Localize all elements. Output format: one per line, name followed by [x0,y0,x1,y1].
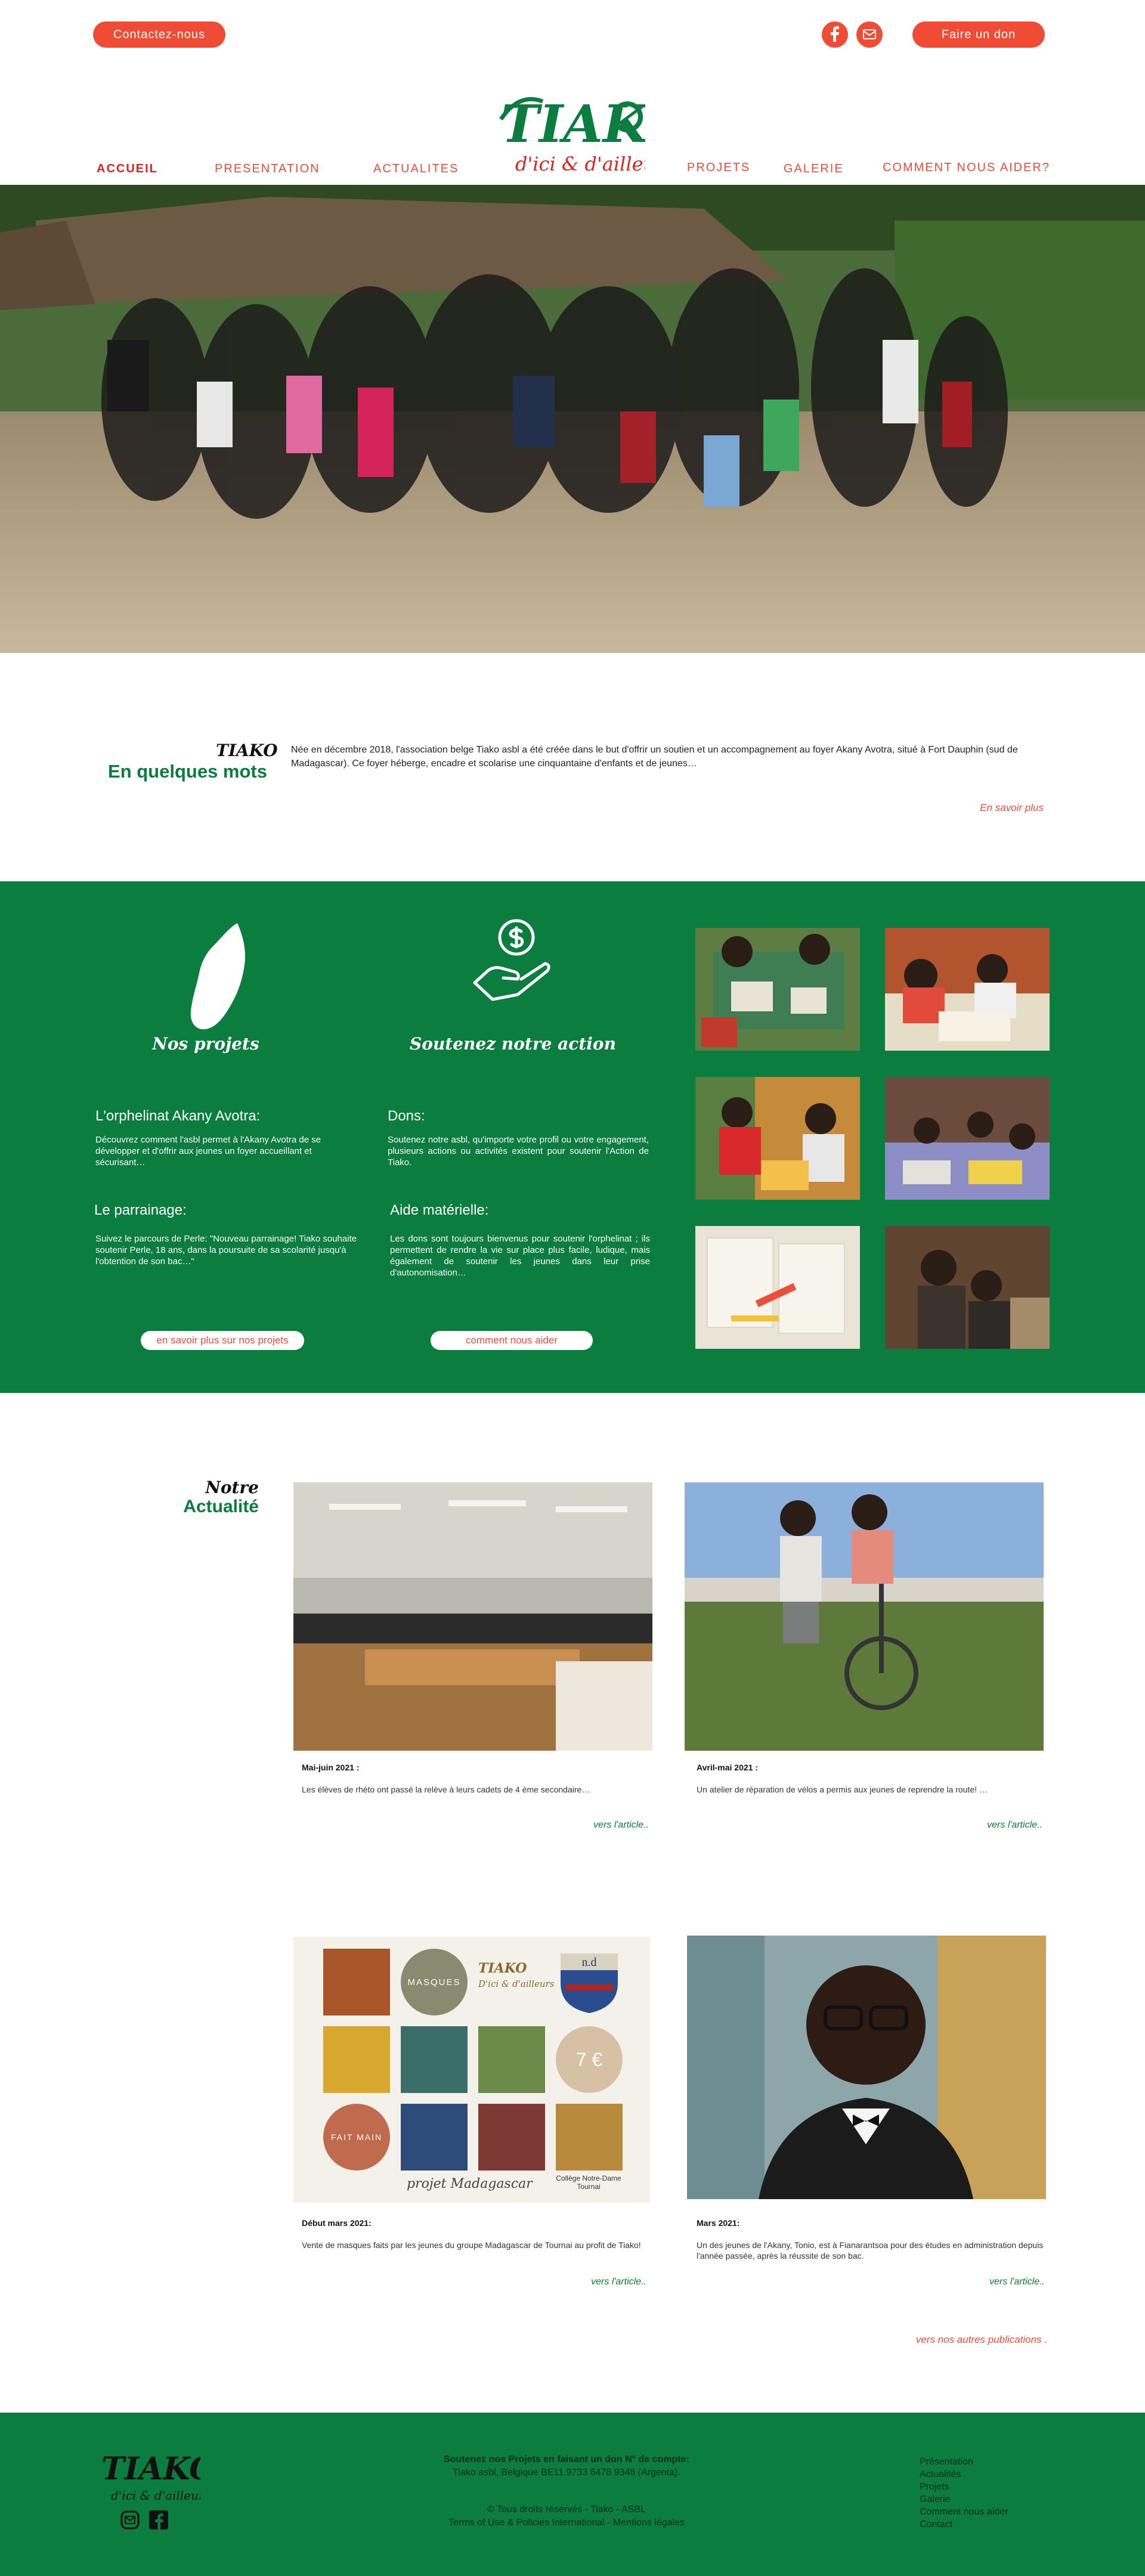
nav-accueil[interactable]: ACCUEIL [97,162,158,176]
gallery-photo-3[interactable] [695,1077,860,1200]
sponsorship-title: Le parrainage: [94,1202,187,1218]
news-link-2[interactable]: vers l'article.. [930,1820,1042,1831]
poster-price: 7 € [556,2026,623,2093]
nav-projets[interactable]: PROJETS [687,161,750,175]
site-logo[interactable]: TIAKO d'ici & d'ailleurs [496,83,691,185]
nav-presentation[interactable]: PRESENTATION [215,162,320,176]
news-text-4: Un des jeunes de l'Akany, Tonio, est à F… [697,2240,1044,2261]
more-publications-link[interactable]: vers nos autres publications . [835,2334,1047,2346]
mask-photo [323,1949,390,2015]
mask-photo [478,2104,545,2171]
news-link-4[interactable]: vers l'article.. [933,2277,1045,2287]
hero-photo [0,185,1145,653]
news-photo-3[interactable]: MASQUES TIAKO D'ici & d'ailleurs n.d 7 €… [293,1937,650,2203]
orphanage-text: Découvrez comment l'asbl permet à l'Akan… [95,1135,321,1168]
news-title-script: Notre [205,1478,259,1497]
news-text-2: Un atelier de réparation de vélos a perm… [697,1785,988,1794]
donation-hand-icon [469,916,558,1005]
intro-title: En quelques mots [108,761,267,782]
footer-logo[interactable]: TIAKO d'ici & d'ailleurs [99,2448,216,2504]
gallery-photo-6[interactable] [885,1226,1050,1349]
footer-link-comment-nous-aider[interactable]: Comment nous aider [920,2506,1063,2518]
nav-galerie[interactable]: GALERIE [784,162,844,176]
news-link-1[interactable]: vers l'article.. [537,1820,649,1831]
how-to-help-button[interactable]: comment nous aider [431,1331,593,1350]
news-date-3: Début mars 2021: [302,2218,372,2228]
news-date-1: Mai-juin 2021 : [302,1763,360,1772]
news-photo-1[interactable] [293,1482,652,1751]
support-col-title: Soutenez notre action [410,1034,616,1054]
mask-photo [401,2026,468,2093]
news-title: Actualité [183,1497,259,1516]
news-text-3: Vente de masques faits par les jeunes du… [302,2240,641,2250]
mask-photo [323,2026,390,2093]
contact-button[interactable]: Contactez-nous [93,21,225,48]
gallery-photo-5[interactable] [695,1226,860,1349]
projects-col-title: Nos projets [152,1034,259,1054]
intro-brand: TIAKO [216,741,278,760]
sponsorship-text: Suivez le parcours de Perle: "Nouveau pa… [95,1234,357,1267]
footer-support-title: Soutenez nos Projets en faisant un don N… [444,2454,689,2464]
poster-tagline: D'ici & d'ailleurs [478,1979,555,1989]
gallery-photo-4[interactable] [885,1077,1050,1200]
footer-link-contact[interactable]: Contact [920,2518,1063,2531]
mask-photo [401,2104,468,2171]
footer-account: Tiako asbl, Belgique BE11 9733 6478 9348… [453,2467,680,2478]
material-aid-text: Les dons sont toujours bienvenus pour so… [390,1234,650,1278]
news-date-4: Mars 2021: [697,2218,740,2228]
poster-fait-main: FAIT MAIN [323,2104,390,2171]
news-text-1: Les élèves de rhéto ont passé la relève … [302,1785,590,1794]
footer-link-presentation[interactable]: Présentation [920,2456,1063,2468]
footer-copyright: © Tous droits réservés - Tiako - ASBL [487,2504,646,2515]
footer-links: Présentation Actualités Projets Galerie … [920,2456,1063,2531]
svg-text:n.d: n.d [582,1956,597,1969]
poster-brand: TIAKO [478,1961,527,1976]
news-date-2: Avril-mai 2021 : [697,1763,758,1772]
footer-link-actualites[interactable]: Actualités [920,2468,1063,2481]
nav-actualites[interactable]: ACTUALITES [373,162,459,176]
school-crest: n.d [556,1949,623,2015]
svg-text:d'ici & d'ailleurs: d'ici & d'ailleurs [111,2488,200,2503]
poster-masques: MASQUES [401,1949,468,2015]
footer-legal[interactable]: Terms of Use & Policies International - … [358,2516,775,2529]
news-photo-2[interactable] [685,1482,1044,1751]
orphanage-title: L'orphelinat Akany Avotra: [95,1108,261,1124]
svg-text:TIAKO: TIAKO [101,2451,200,2487]
gallery-photo-2[interactable] [885,928,1050,1051]
mail-icon[interactable] [856,21,883,48]
donate-button[interactable]: Faire un don [912,21,1045,48]
news-photo-4[interactable] [687,1936,1046,2199]
poster-caption: projet Madagascar [407,2176,533,2191]
nav-comment-nous-aider[interactable]: COMMENT NOUS AIDER? [883,161,1050,175]
poster-school: Collège Notre-Dame Tournai [556,2174,621,2191]
mask-photo [478,2026,545,2093]
facebook-icon[interactable] [822,21,848,48]
donations-title: Dons: [388,1108,425,1124]
madagascar-icon [185,919,250,1033]
footer-facebook-icon[interactable] [148,2509,169,2531]
material-aid-title: Aide matérielle: [390,1202,489,1218]
mask-photo [556,2104,623,2171]
footer-link-projets[interactable]: Projets [920,2481,1063,2493]
footer-mail-icon[interactable] [119,2509,141,2531]
intro-more-link[interactable]: En savoir plus [930,802,1044,814]
footer-link-galerie[interactable]: Galerie [920,2493,1063,2506]
svg-text:d'ici & d'ailleurs: d'ici & d'ailleurs [515,153,645,175]
gallery-photo-1[interactable] [695,928,860,1051]
projects-more-button[interactable]: en savoir plus sur nos projets [141,1331,304,1350]
donations-text: Soutenez notre asbl, qu'importe votre pr… [388,1135,649,1168]
intro-text: Née en décembre 2018, l'association belg… [291,745,1018,769]
news-link-3[interactable]: vers l'article.. [534,2277,646,2287]
